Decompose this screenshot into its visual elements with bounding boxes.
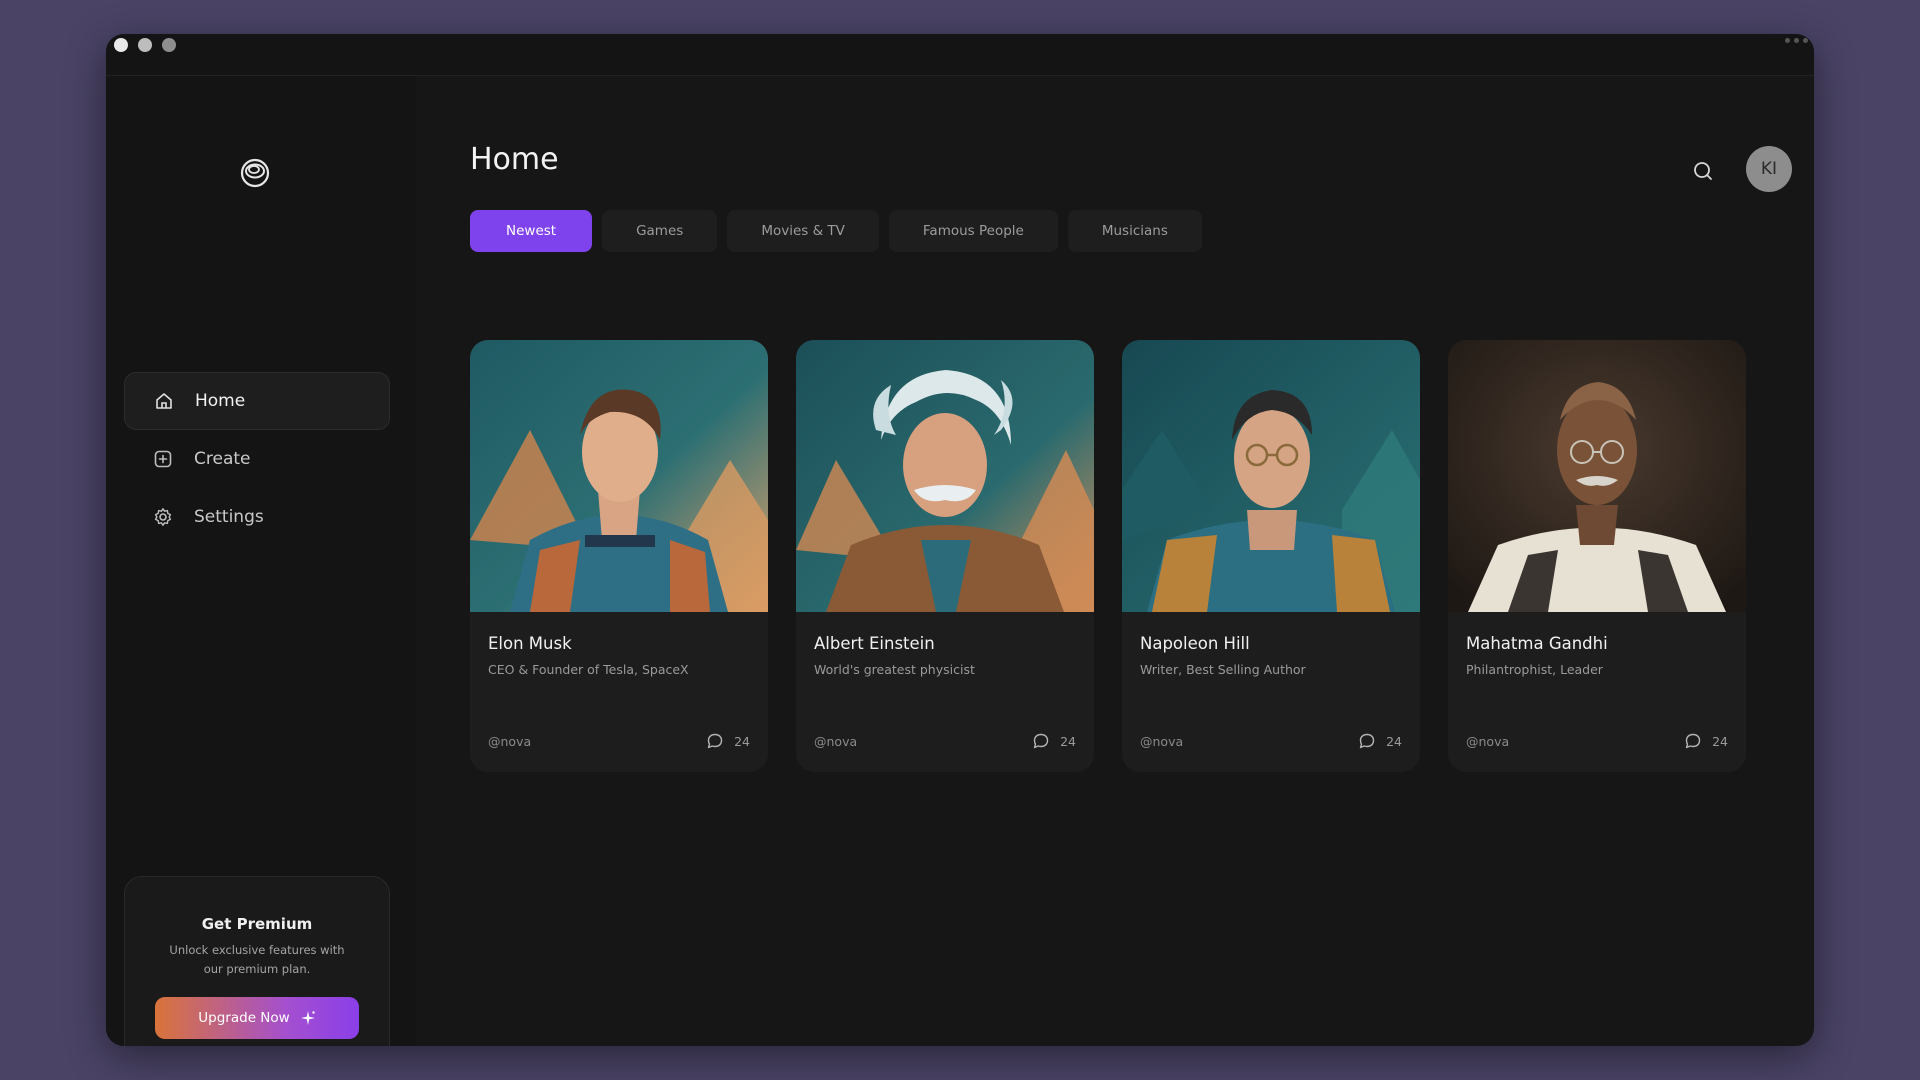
character-portrait (1448, 340, 1746, 612)
chat-count-value: 24 (1386, 733, 1402, 749)
character-card-grid: Elon Musk CEO & Founder of Tesla, SpaceX… (470, 340, 1746, 772)
character-card-elon-musk[interactable]: Elon Musk CEO & Founder of Tesla, SpaceX… (470, 340, 768, 772)
character-name: Albert Einstein (814, 634, 935, 653)
main-content: Home KI Newest Games Movies & TV Famous … (416, 76, 1814, 1046)
sparkle-icon (300, 1011, 315, 1025)
character-card-albert-einstein[interactable]: Albert Einstein World's greatest physici… (796, 340, 1094, 772)
creator-handle: @nova (1140, 734, 1184, 749)
character-description: World's greatest physicist (814, 662, 975, 677)
chat-bubble-icon (1033, 733, 1049, 749)
chat-count: 24 (1684, 732, 1728, 750)
more-options-icon[interactable] (1785, 38, 1808, 43)
minimize-window-button[interactable] (138, 38, 152, 52)
chat-count-value: 24 (1712, 733, 1728, 749)
sidebar-item-label: Settings (194, 507, 264, 527)
character-name: Napoleon Hill (1140, 634, 1250, 653)
sidebar-nav: Home Create Settings (124, 372, 390, 546)
tab-movies-tv[interactable]: Movies & TV (727, 210, 879, 252)
character-card-mahatma-gandhi[interactable]: Mahatma Gandhi Philantrophist, Leader @n… (1448, 340, 1746, 772)
category-tabs: Newest Games Movies & TV Famous People M… (470, 210, 1202, 252)
chat-bubble-icon (707, 733, 723, 749)
upgrade-button-label: Upgrade Now (198, 1010, 290, 1026)
sidebar-item-label: Home (195, 391, 246, 411)
page-title: Home (470, 142, 559, 177)
chat-count: 24 (1358, 732, 1402, 750)
premium-card: Get Premium Unlock exclusive features wi… (124, 876, 390, 1046)
sidebar-item-create[interactable]: Create (124, 430, 390, 488)
chat-bubble-icon (1685, 733, 1701, 749)
character-description: Writer, Best Selling Author (1140, 662, 1306, 677)
user-avatar[interactable]: KI (1746, 146, 1792, 192)
tab-musicians[interactable]: Musicians (1067, 210, 1202, 252)
maximize-window-button[interactable] (162, 38, 176, 52)
creator-handle: @nova (488, 734, 532, 749)
chat-count: 24 (706, 732, 750, 750)
chat-count-value: 24 (1060, 733, 1076, 749)
tab-games[interactable]: Games (602, 210, 718, 252)
tab-newest[interactable]: Newest (470, 210, 593, 252)
upgrade-now-button[interactable]: Upgrade Now (155, 997, 359, 1039)
sidebar: Home Create Settings Get Premium Unlock … (106, 76, 416, 1046)
premium-title: Get Premium (201, 915, 313, 933)
window-controls (114, 38, 176, 52)
search-button[interactable] (1690, 158, 1716, 184)
app-window: Home Create Settings Get Premium Unlock … (106, 34, 1814, 1046)
character-name: Mahatma Gandhi (1466, 634, 1608, 653)
chat-count-value: 24 (734, 733, 750, 749)
creator-handle: @nova (1466, 734, 1510, 749)
plus-square-icon (152, 448, 174, 470)
chat-count: 24 (1032, 732, 1076, 750)
home-icon (153, 390, 175, 412)
character-portrait (1122, 340, 1420, 612)
character-card-napoleon-hill[interactable]: Napoleon Hill Writer, Best Selling Autho… (1122, 340, 1420, 772)
app-logo-icon[interactable] (238, 156, 272, 190)
character-portrait (470, 340, 768, 612)
sidebar-item-label: Create (194, 449, 251, 469)
tab-famous-people[interactable]: Famous People (888, 210, 1058, 252)
creator-handle: @nova (814, 734, 858, 749)
chat-bubble-icon (1359, 733, 1375, 749)
character-name: Elon Musk (488, 634, 572, 653)
title-bar (106, 34, 1814, 76)
character-portrait (796, 340, 1094, 612)
character-description: Philantrophist, Leader (1466, 662, 1603, 677)
close-window-button[interactable] (114, 38, 128, 52)
search-icon (1694, 162, 1712, 180)
sidebar-item-settings[interactable]: Settings (124, 488, 390, 546)
sidebar-item-home[interactable]: Home (124, 372, 390, 430)
premium-description: Unlock exclusive features with our premi… (169, 943, 345, 976)
gear-icon (152, 506, 174, 528)
character-description: CEO & Founder of Tesla, SpaceX (488, 662, 689, 677)
